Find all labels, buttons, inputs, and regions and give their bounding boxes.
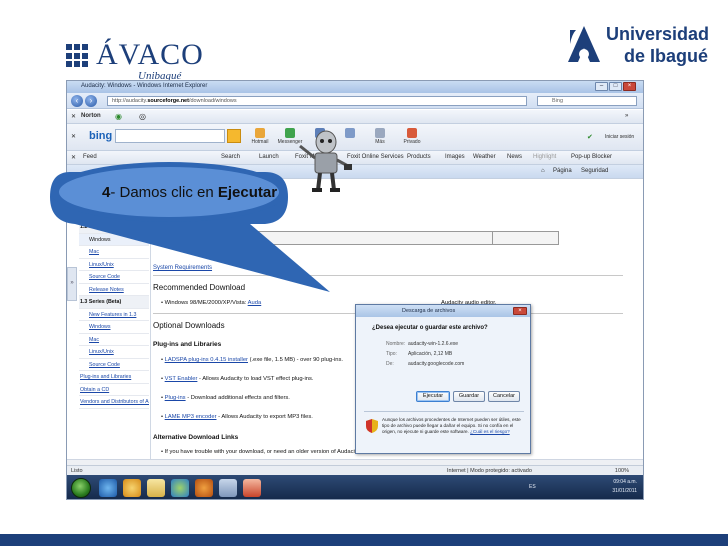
- norton-check-icon: ◉: [115, 112, 122, 121]
- sidebar-item[interactable]: Plug-ins and Libraries: [79, 371, 149, 384]
- browser-title: Audacity: Windows - Windows Internet Exp…: [81, 83, 208, 89]
- forward-arrow-icon[interactable]: ›: [85, 95, 97, 107]
- language-indicator[interactable]: ES: [529, 484, 536, 490]
- dialog-close-button[interactable]: ×: [513, 307, 527, 315]
- sign-in-link[interactable]: Iniciar sesión: [605, 134, 634, 140]
- popup-blocker-button[interactable]: Pop-up Blocker: [571, 154, 612, 160]
- norton-options-icon[interactable]: »: [625, 113, 628, 119]
- norton-settings-icon[interactable]: ◎: [139, 112, 146, 121]
- file-download-dialog: Descarga de archivos × ¿Desea ejecutar o…: [355, 304, 531, 454]
- url-field[interactable]: http://audacity.sourceforge.net/download…: [107, 96, 527, 106]
- maximize-button[interactable]: □: [609, 82, 622, 91]
- security-zone: Internet | Modo protegido: activado: [447, 468, 532, 474]
- start-button[interactable]: [71, 478, 91, 498]
- app-taskbar-icon[interactable]: [219, 479, 237, 497]
- ie-taskbar-icon[interactable]: [99, 479, 117, 497]
- powerpoint-taskbar-icon[interactable]: [243, 479, 261, 497]
- sidebar-item[interactable]: Vendors and Distributors of Audacity: [79, 396, 149, 409]
- norton-label[interactable]: Norton: [81, 113, 101, 119]
- page-menu[interactable]: Página: [553, 168, 572, 174]
- risk-link[interactable]: ¿Cuál es el riesgo?: [470, 429, 510, 434]
- sidebar-item[interactable]: Mac: [79, 334, 149, 346]
- bullet-item: • Plug-ins - Download additional effects…: [161, 395, 290, 401]
- university-name-line1: Universidad: [606, 24, 710, 44]
- search-input[interactable]: Bing: [537, 96, 637, 106]
- media-taskbar-icon[interactable]: [123, 479, 141, 497]
- plugins-heading: Plug-ins and Libraries: [153, 341, 222, 348]
- optional-downloads-heading: Optional Downloads: [153, 321, 225, 330]
- back-arrow-icon[interactable]: ‹: [71, 95, 83, 107]
- slide: ÁVACO Unibagué Universidad de Ibagué Aud…: [0, 0, 728, 546]
- dialog-divider: [364, 411, 524, 412]
- audio-taskbar-icon[interactable]: [195, 479, 213, 497]
- bottom-brand-bar: [0, 534, 728, 546]
- cancel-button[interactable]: Cancelar: [488, 391, 520, 402]
- sidebar-item[interactable]: Source Code: [79, 359, 149, 371]
- bullet-link[interactable]: Plug-ins: [165, 395, 186, 401]
- security-menu[interactable]: Seguridad: [581, 168, 608, 174]
- bing-search-button[interactable]: [227, 129, 241, 143]
- run-button[interactable]: Ejecutar: [416, 391, 450, 402]
- status-text: Listo: [71, 468, 83, 474]
- images-button[interactable]: Images: [445, 154, 465, 160]
- dialog-titlebar: Descarga de archivos ×: [356, 305, 530, 317]
- bing-logo: bing: [89, 130, 113, 142]
- bullet-item: • LADSPA plug-ins 0.4.15 installer (.exe…: [161, 357, 344, 363]
- browser-taskbar-icon[interactable]: [171, 479, 189, 497]
- products-button[interactable]: Products: [407, 154, 431, 160]
- bing-search-input[interactable]: [115, 129, 225, 143]
- clock[interactable]: 09:04 a.m. 31/01/2011: [612, 478, 637, 496]
- weather-button[interactable]: Weather: [473, 154, 496, 160]
- windows-taskbar: ES 09:04 a.m. 31/01/2011: [67, 475, 643, 499]
- bullet-link[interactable]: LADSPA plug-ins 0.4.15 installer: [165, 357, 248, 363]
- bullet-item: • VST Enabler - Allows Audacity to load …: [161, 376, 314, 382]
- folder-taskbar-icon[interactable]: [147, 479, 165, 497]
- save-button[interactable]: Guardar: [453, 391, 485, 402]
- university-emblem-icon: [568, 26, 600, 62]
- home-icon[interactable]: ⌂: [541, 168, 545, 174]
- dialog-row-from: De: audacity.googlecode.com: [386, 361, 465, 367]
- private-button[interactable]: Privado: [397, 128, 427, 145]
- info-box-extension: [493, 231, 559, 245]
- dialog-warning: Aunque los archivos procedentes de Inter…: [382, 417, 521, 434]
- sidebar-item[interactable]: Linux/Unix: [79, 346, 149, 359]
- news-button[interactable]: News: [507, 154, 522, 160]
- bullet-link[interactable]: LAME MP3 encoder: [165, 414, 217, 420]
- callout-text: 4- Damos clic en Ejecutar: [102, 184, 278, 201]
- avaco-logo: ÁVACO Unibagué: [66, 38, 216, 82]
- warning-shield-icon: [366, 419, 378, 433]
- sidebar-item[interactable]: New Features in 1.3: [79, 309, 149, 321]
- mascot-figure-icon: [299, 130, 352, 192]
- dialog-title: Descarga de archivos: [402, 308, 456, 314]
- browser-titlebar: Audacity: Windows - Windows Internet Exp…: [67, 81, 643, 93]
- close-window-button[interactable]: ×: [623, 82, 636, 91]
- highlight-button[interactable]: Highlight: [533, 154, 556, 160]
- alternative-links-heading: Alternative Download Links: [153, 434, 239, 441]
- bullet-item: • LAME MP3 encoder - Allows Audacity to …: [161, 414, 313, 420]
- status-bar: Listo Internet | Modo protegido: activad…: [67, 465, 643, 475]
- more-button[interactable]: Más: [365, 128, 395, 145]
- dialog-question: ¿Desea ejecutar o guardar este archivo?: [372, 325, 488, 331]
- norton-toolbar: ✕ Norton ◉ ◎ »: [67, 110, 643, 124]
- university-name-line2: de Ibagué: [624, 46, 709, 66]
- avaco-grid-icon: [66, 44, 90, 68]
- shield-check-icon: ✔: [587, 134, 593, 141]
- bullet-link[interactable]: VST Enabler: [165, 376, 198, 382]
- zoom-level[interactable]: 100%: [615, 468, 629, 474]
- university-logo: Universidad de Ibagué: [566, 22, 716, 72]
- address-bar: ‹ › http://audacity.sourceforge.net/down…: [67, 93, 643, 109]
- dialog-row-type: Tipo: Aplicación, 2,12 MB: [386, 351, 453, 357]
- close-toolbar-icon[interactable]: ✕: [71, 133, 76, 140]
- minimize-button[interactable]: –: [595, 82, 608, 91]
- close-toolbar-icon[interactable]: ✕: [71, 113, 76, 120]
- dialog-row-name: Nombre: audacity-win-1.2.6.exe: [386, 341, 459, 347]
- sidebar-item[interactable]: Obtain a CD: [79, 384, 149, 396]
- sidebar-item[interactable]: Windows: [79, 321, 149, 334]
- hotmail-button[interactable]: Hotmail: [245, 128, 275, 145]
- avaco-name: ÁVACO: [96, 38, 204, 71]
